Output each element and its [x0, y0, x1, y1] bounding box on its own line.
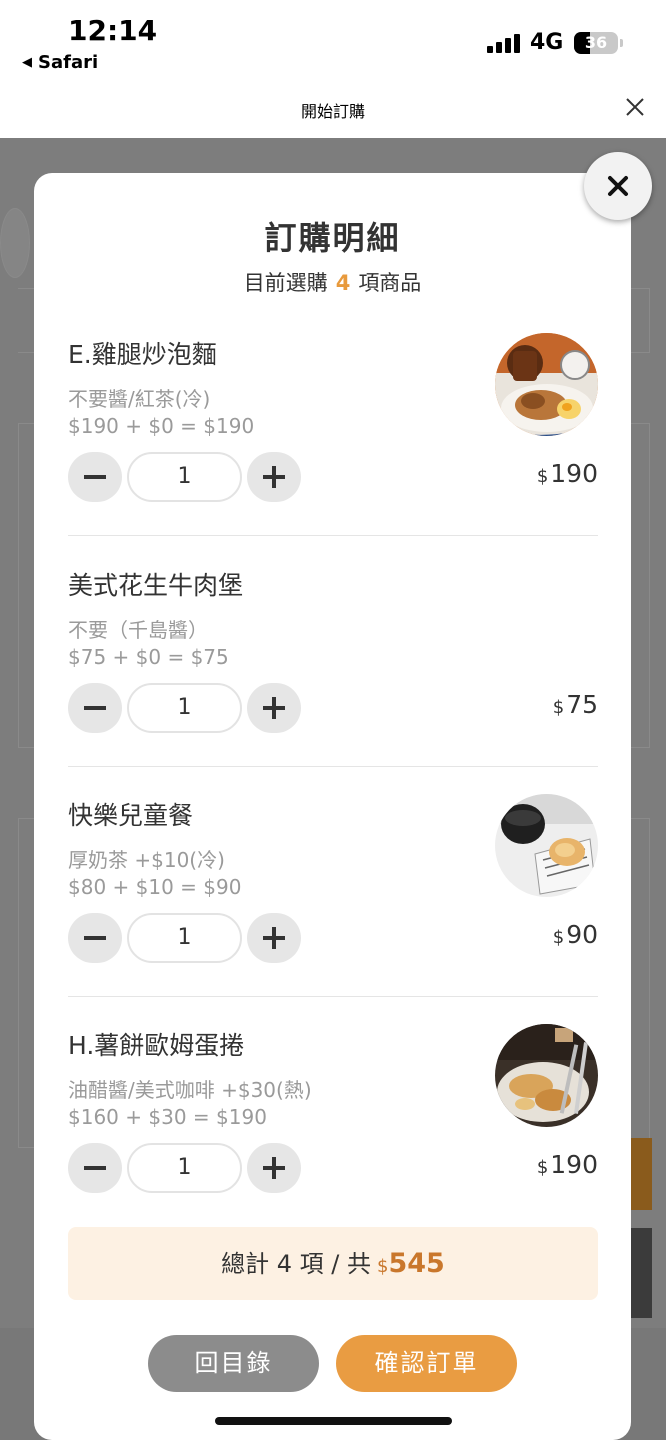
plus-icon — [263, 927, 285, 949]
order-item: 快樂兒童餐 厚奶茶 +$10(冷) $80 + $10 = $90 1 $90 — [68, 794, 598, 1026]
item-price: $90 — [553, 920, 598, 949]
increase-quantity-button[interactable] — [247, 683, 301, 733]
item-price: $190 — [537, 459, 598, 488]
minus-icon — [84, 706, 106, 710]
signal-strength-icon — [487, 33, 520, 53]
item-price-value: 190 — [550, 459, 598, 488]
confirm-order-button[interactable]: 確認訂單 — [336, 1335, 517, 1392]
order-item: 美式花生牛肉堡 不要（千島醬） $75 + $0 = $75 1 $75 — [68, 566, 598, 796]
quantity-field[interactable]: 1 — [127, 683, 242, 733]
quantity-field[interactable]: 1 — [127, 452, 242, 502]
close-icon — [608, 176, 628, 196]
item-options: 不要（千島醬） — [68, 618, 208, 642]
back-to-menu-button[interactable]: 回目錄 — [148, 1335, 319, 1392]
currency-symbol: $ — [552, 927, 565, 948]
minus-icon — [84, 475, 106, 479]
item-name: 快樂兒童餐 — [68, 801, 194, 830]
minus-icon — [84, 1166, 106, 1170]
total-currency: $ — [377, 1256, 389, 1277]
currency-symbol: $ — [552, 697, 565, 718]
back-to-app-link[interactable]: ◀ Safari — [22, 52, 98, 73]
item-price-calc: $190 + $0 = $190 — [68, 414, 255, 438]
quantity-field[interactable]: 1 — [127, 913, 242, 963]
subtitle-prefix: 目前選購 — [243, 271, 328, 295]
kids-meal-photo — [495, 794, 598, 897]
chicken-noodle-plate-photo — [495, 333, 598, 436]
decrease-quantity-button[interactable] — [68, 452, 122, 502]
decrease-quantity-button[interactable] — [68, 1143, 122, 1193]
modal-title: 訂購明細 — [264, 219, 401, 257]
decrease-quantity-button[interactable] — [68, 913, 122, 963]
total-amount: 545 — [388, 1248, 445, 1279]
status-bar: 12:14 ◀ Safari 4G 36 — [0, 0, 666, 82]
order-total-bar: 總計 4 項 / 共 $545 — [68, 1227, 598, 1300]
total-prefix: 總計 4 項 / 共 — [221, 1250, 372, 1278]
decrease-quantity-button[interactable] — [68, 683, 122, 733]
item-divider — [68, 996, 598, 997]
nav-close-button[interactable] — [620, 92, 650, 122]
omelette-roll-photo — [495, 1024, 598, 1127]
modal-subtitle: 目前選購 4 項商品 — [34, 267, 631, 297]
item-price: $75 — [553, 690, 598, 719]
item-price-value: 75 — [566, 690, 598, 719]
battery-level: 36 — [584, 33, 608, 52]
order-detail-modal: 訂購明細 目前選購 4 項商品 E.雞腿炒泡麵 不要醬/紅茶(冷) $190 + $… — [34, 173, 631, 1440]
item-divider — [68, 535, 598, 536]
battery-icon: 36 — [574, 32, 618, 54]
increase-quantity-button[interactable] — [247, 913, 301, 963]
battery-cap — [620, 39, 623, 47]
plus-icon — [263, 466, 285, 488]
home-indicator — [215, 1417, 452, 1425]
item-name: 美式花生牛肉堡 — [68, 571, 244, 600]
currency-symbol: $ — [536, 1157, 549, 1178]
item-price-value: 190 — [550, 1150, 598, 1179]
item-options: 厚奶茶 +$10(冷) — [68, 848, 225, 872]
item-price-calc: $160 + $30 = $190 — [68, 1105, 267, 1129]
item-price: $190 — [537, 1150, 598, 1179]
item-divider — [68, 766, 598, 767]
item-price-value: 90 — [566, 920, 598, 949]
item-name: E.雞腿炒泡麵 — [68, 340, 217, 369]
item-price-calc: $80 + $10 = $90 — [68, 875, 242, 899]
nav-bar: 開始訂購 — [0, 82, 666, 138]
back-triangle-icon: ◀ — [22, 55, 32, 70]
order-item: E.雞腿炒泡麵 不要醬/紅茶(冷) $190 + $0 = $190 1 $19… — [68, 333, 598, 565]
currency-symbol: $ — [536, 466, 549, 487]
minus-icon — [84, 936, 106, 940]
network-type: 4G — [530, 30, 564, 55]
plus-icon — [263, 697, 285, 719]
status-time: 12:14 — [68, 14, 158, 47]
plus-icon — [263, 1157, 285, 1179]
item-name: H.薯餅歐姆蛋捲 — [68, 1031, 245, 1060]
item-count: 4 — [335, 271, 351, 295]
modal-close-button[interactable] — [584, 152, 652, 220]
increase-quantity-button[interactable] — [247, 452, 301, 502]
item-price-calc: $75 + $0 = $75 — [68, 645, 229, 669]
back-app-label: Safari — [38, 52, 99, 73]
item-options: 不要醬/紅茶(冷) — [68, 387, 211, 411]
nav-title: 開始訂購 — [300, 102, 365, 121]
item-options: 油醋醬/美式咖啡 +$30(熱) — [68, 1078, 312, 1102]
order-item: H.薯餅歐姆蛋捲 油醋醬/美式咖啡 +$30(熱) $160 + $30 = $… — [68, 1024, 598, 1256]
subtitle-suffix: 項商品 — [358, 271, 422, 295]
quantity-field[interactable]: 1 — [127, 1143, 242, 1193]
increase-quantity-button[interactable] — [247, 1143, 301, 1193]
close-icon — [626, 98, 644, 116]
